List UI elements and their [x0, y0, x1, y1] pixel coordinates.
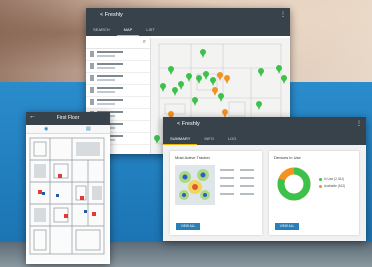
floor-window-title: First Floor — [56, 115, 80, 121]
tab-map[interactable]: MAP — [116, 25, 140, 36]
legend-dot-green — [319, 177, 322, 181]
map-pin — [168, 66, 174, 75]
map-pin — [256, 101, 262, 110]
heatmap-card: Most Active Tracker VIEW ALL — [170, 151, 262, 235]
heatmap-card-title: Most Active Tracker — [175, 155, 210, 160]
tab-log[interactable]: LOG — [221, 134, 243, 145]
map-pin — [178, 81, 184, 90]
overflow-menu-icon[interactable]: ⋮ — [356, 120, 362, 127]
donut-card: Devices in Use In Use (2,341) Available … — [269, 151, 359, 235]
floor-window: ← First Floor ◉ ▤ — [26, 112, 110, 264]
overflow-menu-icon[interactable]: ⋮ — [280, 11, 286, 18]
map-pin — [258, 68, 264, 77]
floor-app-bar: ← First Floor — [26, 112, 110, 125]
donut-card-title: Devices in Use — [274, 155, 301, 160]
map-pin — [200, 49, 206, 58]
map-pin — [203, 71, 209, 80]
list-item[interactable] — [86, 85, 150, 97]
map-pin — [172, 87, 178, 96]
stat-line — [220, 193, 234, 195]
tab-info[interactable]: INFO — [197, 134, 221, 145]
map-tabs: SEARCH MAP LIST — [86, 25, 290, 36]
heatmap-thumbnail — [175, 165, 215, 205]
tab-summary[interactable]: SUMMARY — [163, 134, 198, 145]
floor-toolbar: ◉ ▤ — [26, 125, 110, 134]
heatmap-view-all-button[interactable]: VIEW ALL — [176, 223, 200, 230]
legend-in-use: In Use (2,341) — [319, 177, 344, 181]
tab-list[interactable]: LIST — [139, 25, 161, 36]
search-icon[interactable]: ⌕ — [143, 39, 146, 46]
analytics-window-title: < Freshly — [177, 121, 200, 127]
map-pin — [281, 75, 287, 84]
map-pin — [210, 77, 216, 86]
map-app-bar: < Freshly ⋮ — [86, 8, 290, 25]
stat-line — [240, 185, 254, 187]
floor-plan-detail-drawing — [29, 137, 105, 255]
stat-line — [220, 177, 234, 179]
donut-view-all-button[interactable]: VIEW ALL — [275, 223, 299, 230]
map-pin — [217, 72, 223, 81]
list-view-icon[interactable]: ▤ — [86, 126, 91, 132]
analytics-window: < Freshly ⋮ SUMMARY INFO LOG Most Active… — [163, 117, 366, 241]
list-item[interactable] — [86, 73, 150, 85]
list-item[interactable] — [86, 49, 150, 61]
stat-line — [220, 169, 234, 171]
analytics-tabs: SUMMARY INFO LOG — [163, 134, 366, 145]
map-pin — [192, 97, 198, 106]
map-pin — [160, 83, 166, 92]
legend-in-use-label: In Use (2,341) — [324, 177, 345, 181]
legend-available: Available (612) — [319, 184, 345, 188]
list-item[interactable] — [86, 61, 150, 73]
legend-dot-orange — [319, 184, 322, 188]
map-pin — [212, 87, 218, 96]
floor-plan-detail[interactable] — [28, 134, 108, 262]
legend-available-label: Available (612) — [324, 184, 346, 188]
map-pin — [218, 93, 224, 102]
stat-line — [240, 177, 254, 179]
stat-line — [240, 169, 254, 171]
list-item[interactable] — [86, 97, 150, 109]
map-pin — [224, 75, 230, 84]
location-icon[interactable]: ◉ — [44, 126, 48, 132]
usage-donut-chart — [277, 167, 311, 201]
tab-search[interactable]: SEARCH — [86, 25, 117, 36]
search-input[interactable]: ⌕ — [86, 38, 150, 49]
map-window-title: < Freshly — [100, 12, 123, 18]
stat-line — [220, 185, 234, 187]
stat-line — [240, 193, 254, 195]
analytics-app-bar: < Freshly ⋮ — [163, 117, 366, 134]
